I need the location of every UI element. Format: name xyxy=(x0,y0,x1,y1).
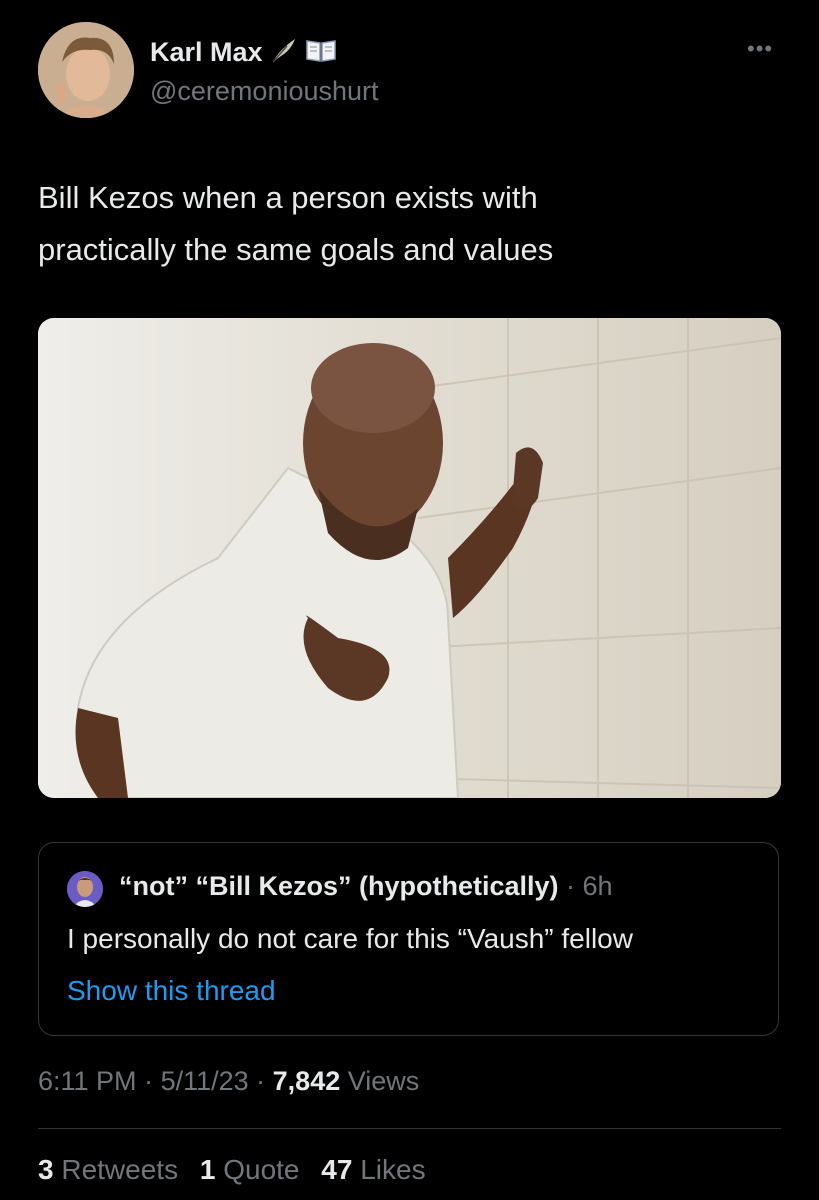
tweet-text-line: Bill Kezos when a person exists with xyxy=(38,180,538,215)
quoted-time[interactable]: 6h xyxy=(583,871,613,901)
tweet-media-image[interactable] xyxy=(38,318,781,798)
tweet-time[interactable]: 6:11 PM xyxy=(38,1066,137,1096)
author-handle[interactable]: @ceremonioushurt xyxy=(150,76,379,107)
more-options-icon[interactable]: ••• xyxy=(747,36,773,62)
engagement-stats: 3 Retweets 1 Quote 47 Likes xyxy=(38,1154,440,1186)
tweet-text-line: practically the same goals and values xyxy=(38,232,554,267)
likes-count: 47 xyxy=(321,1154,353,1185)
quoted-author-name[interactable]: “not” “Bill Kezos” (hypothetically) xyxy=(119,871,559,901)
retweets-label: Retweets xyxy=(53,1154,179,1185)
open-book-icon xyxy=(305,37,337,68)
quotes-stat[interactable]: 1 Quote xyxy=(200,1154,300,1185)
quotes-label: Quote xyxy=(215,1154,300,1185)
quoted-separator: · xyxy=(558,871,583,901)
retweets-stat[interactable]: 3 Retweets xyxy=(38,1154,178,1185)
quoted-avatar-image xyxy=(67,871,103,907)
author-avatar[interactable] xyxy=(38,22,134,118)
views-count: 7,842 xyxy=(272,1066,341,1096)
quoted-tweet[interactable]: “not” “Bill Kezos” (hypothetically) · 6h… xyxy=(38,842,779,1036)
likes-label: Likes xyxy=(352,1154,426,1185)
quoted-text: I personally do not care for this “Vaush… xyxy=(67,923,633,954)
quoted-author-avatar[interactable] xyxy=(67,871,103,907)
meta-separator: · xyxy=(136,1066,161,1096)
avatar-image xyxy=(38,22,134,118)
author-name-row: Karl Max xyxy=(150,36,337,69)
author-name[interactable]: Karl Max xyxy=(150,37,263,68)
show-thread-link[interactable]: Show this thread xyxy=(67,975,276,1007)
meta-separator: · xyxy=(248,1066,273,1096)
photo-man-clutching-chest xyxy=(38,318,781,798)
retweets-count: 3 xyxy=(38,1154,54,1185)
views-label: Views xyxy=(340,1066,420,1096)
tweet-meta: 6:11 PM · 5/11/23 · 7,842 Views xyxy=(38,1066,419,1097)
feather-icon xyxy=(269,36,299,69)
likes-stat[interactable]: 47 Likes xyxy=(321,1154,425,1185)
divider xyxy=(38,1128,781,1129)
quotes-count: 1 xyxy=(199,1154,216,1185)
quoted-header: “not” “Bill Kezos” (hypothetically) · 6h xyxy=(119,871,613,902)
tweet-text: Bill Kezos when a person exists with pra… xyxy=(38,172,758,276)
tweet-date[interactable]: 5/11/23 xyxy=(161,1066,249,1096)
